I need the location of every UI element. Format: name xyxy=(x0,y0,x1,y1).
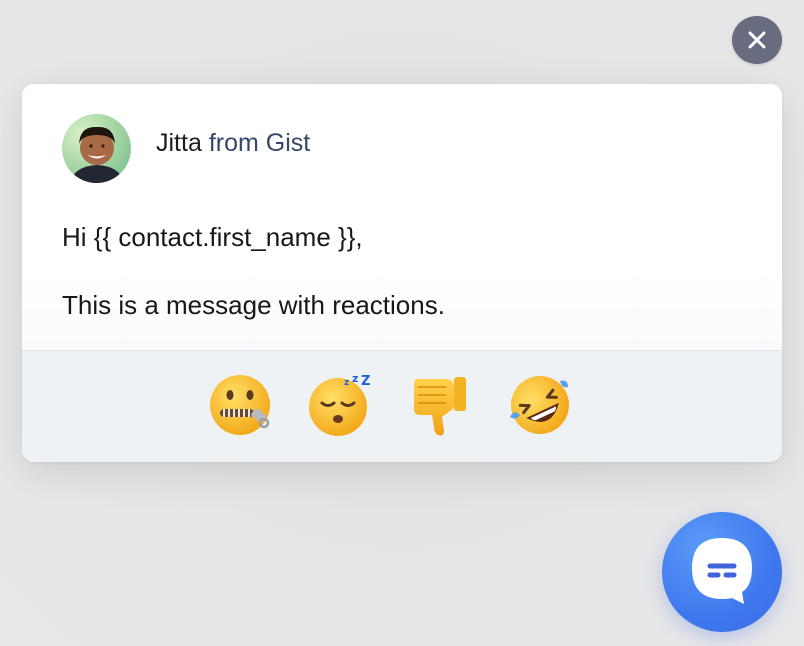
close-button[interactable] xyxy=(732,16,782,64)
thumbs-down-icon xyxy=(414,377,466,436)
avatar-photo xyxy=(70,126,124,183)
message-text: Hi {{ contact.first_name }}, This is a m… xyxy=(62,220,742,322)
reaction-rofl[interactable] xyxy=(506,371,574,439)
svg-text:z: z xyxy=(344,378,349,388)
message-card: Jitta from Gist Hi {{ contact.first_name… xyxy=(22,84,782,462)
close-icon xyxy=(748,31,766,49)
messenger-overlay: Jitta from Gist Hi {{ contact.first_name… xyxy=(0,0,804,646)
rolling-on-floor-laughing-icon xyxy=(510,376,569,434)
svg-text:Z: Z xyxy=(361,374,370,389)
message-body: Jitta from Gist Hi {{ contact.first_name… xyxy=(22,84,782,350)
message-greeting: Hi {{ contact.first_name }}, xyxy=(62,222,363,252)
reaction-zipper-mouth[interactable] xyxy=(206,371,274,439)
sender-company: from Gist xyxy=(208,129,311,157)
sleeping-face-icon: z z Z xyxy=(309,372,370,436)
zipper-mouth-face-icon xyxy=(210,375,270,435)
svg-text:z: z xyxy=(352,372,358,385)
message-content: This is a message with reactions. xyxy=(62,290,445,320)
avatar xyxy=(62,114,131,183)
reactions-bar: z z Z xyxy=(22,350,782,462)
reaction-thumbs-down[interactable] xyxy=(406,371,474,439)
chat-launcher-button[interactable] xyxy=(662,512,782,632)
sender-line: Jitta from Gist xyxy=(156,128,310,158)
reaction-sleeping[interactable]: z z Z xyxy=(306,371,374,439)
sender-name: Jitta xyxy=(156,129,202,157)
chat-bubble-icon xyxy=(692,538,752,604)
